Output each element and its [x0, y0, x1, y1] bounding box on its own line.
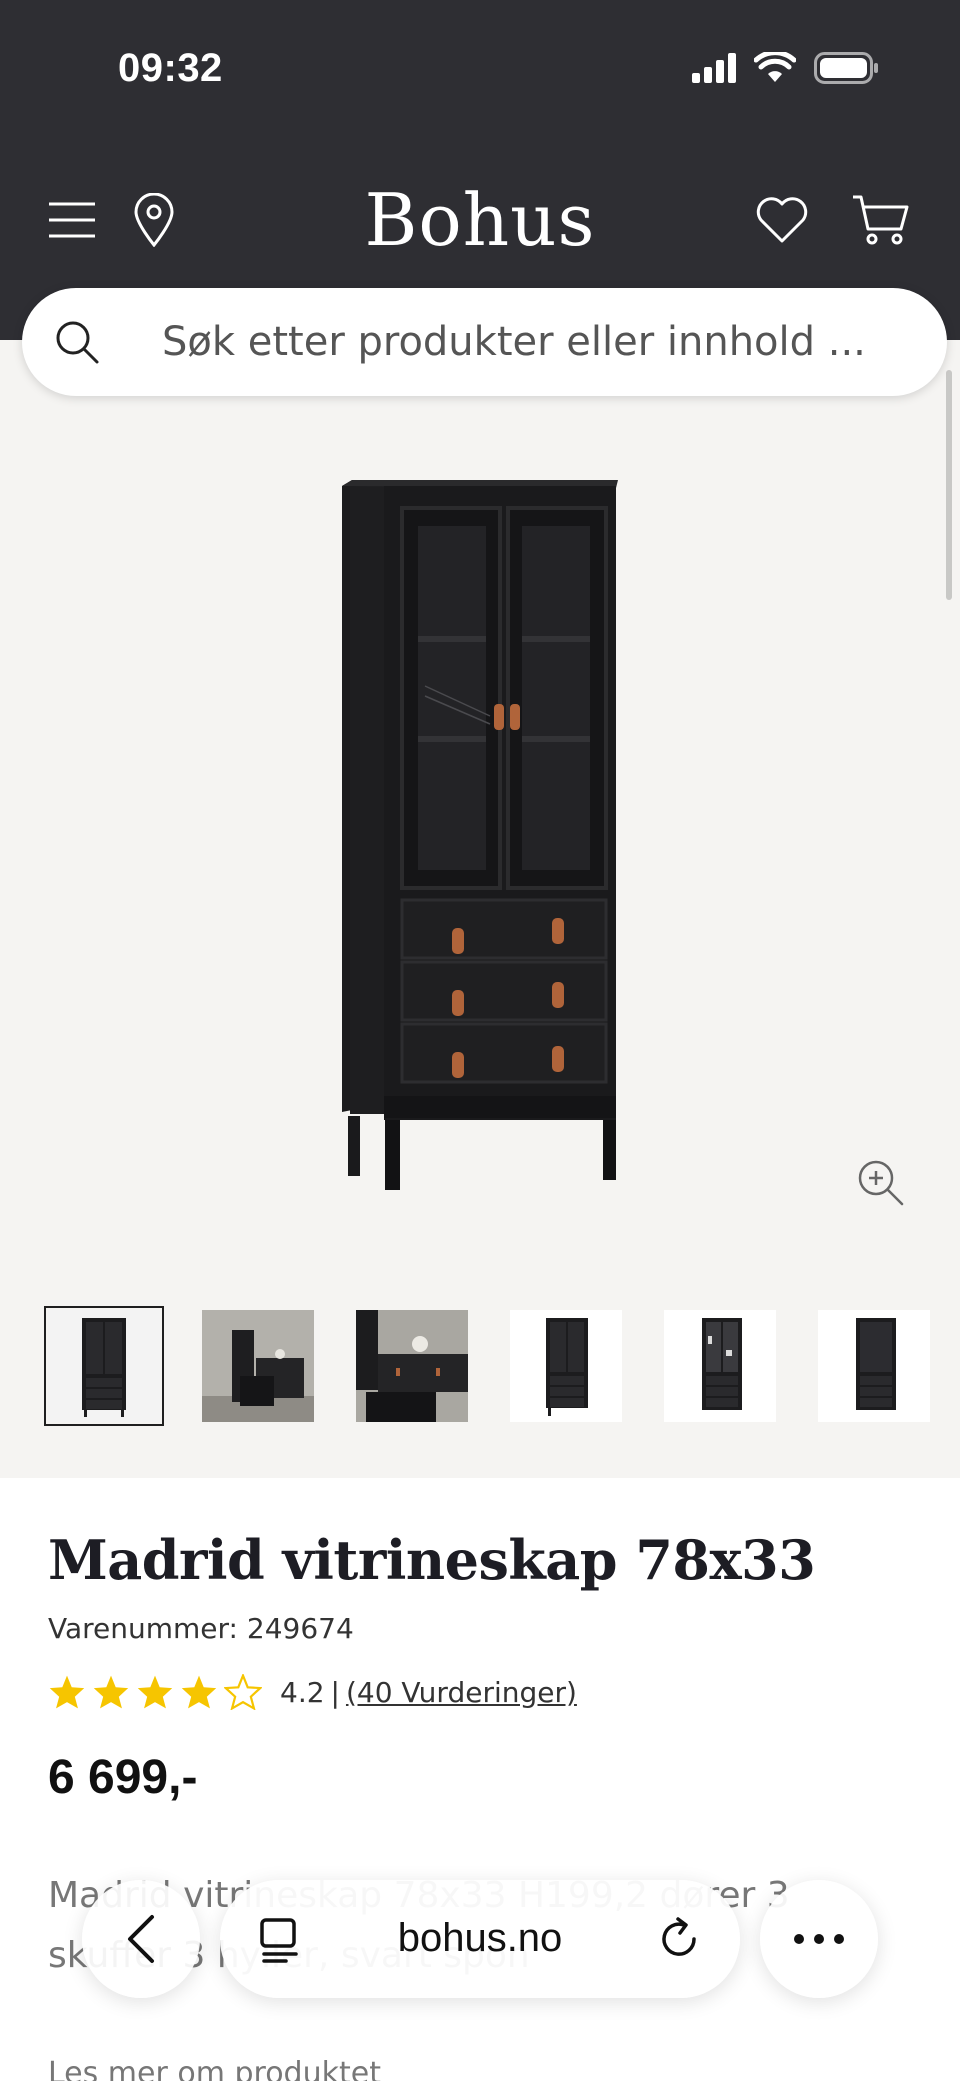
thumbnail-1[interactable] — [44, 1306, 164, 1426]
shopping-cart-icon — [853, 195, 909, 245]
rating-stars — [48, 1674, 262, 1710]
cellular-signal-icon — [692, 53, 736, 83]
thumbnail-room-icon — [356, 1310, 468, 1422]
thumbnail-3[interactable] — [356, 1310, 468, 1422]
thumbnail-2[interactable] — [202, 1310, 314, 1422]
read-more-link[interactable]: Les mer om produktet — [48, 2056, 381, 2081]
thumbnail-cabinet-icon — [82, 1318, 126, 1417]
product-sku: Varenummer: 249674 — [48, 1612, 354, 1645]
wifi-icon — [754, 52, 796, 82]
star-filled-icon — [137, 1675, 173, 1709]
rating-value: 4.2 — [280, 1675, 325, 1709]
back-button[interactable] — [82, 1880, 200, 1998]
site-header: Bohus — [0, 170, 960, 270]
star-outline-icon — [224, 1674, 262, 1710]
star-filled-icon — [93, 1675, 129, 1709]
wishlist-button[interactable] — [752, 190, 812, 250]
product-main-image[interactable] — [0, 396, 960, 1296]
product-rating: 4.2 | (40 Vurderinger) — [48, 1674, 577, 1710]
thumbnail-4[interactable] — [510, 1310, 622, 1422]
cart-button[interactable] — [850, 190, 910, 250]
star-filled-icon — [49, 1675, 85, 1709]
ellipsis-icon — [794, 1934, 844, 1944]
zoom-in-icon[interactable] — [856, 1158, 906, 1208]
search-bar[interactable]: Søk etter produkter eller innhold ... — [22, 288, 947, 396]
reload-icon[interactable] — [654, 1914, 704, 1964]
search-input[interactable]: Søk etter produkter eller innhold ... — [162, 319, 866, 365]
thumbnail-cabinet-icon — [856, 1318, 896, 1410]
search-icon — [52, 317, 102, 367]
bohus-logo[interactable]: Bohus — [0, 178, 960, 262]
thumbnail-6[interactable] — [818, 1310, 930, 1422]
heart-icon — [756, 197, 808, 243]
thumbnail-room-icon — [202, 1310, 314, 1422]
thumbnail-cabinet-icon — [546, 1318, 588, 1416]
thumbnail-strip[interactable] — [44, 1306, 930, 1430]
more-options-button[interactable] — [760, 1880, 878, 1998]
thumbnail-5[interactable] — [664, 1310, 776, 1422]
reviews-link[interactable]: (40 Vurderinger) — [346, 1676, 577, 1709]
address-bar[interactable]: bohus.no — [220, 1880, 740, 1998]
product-price: 6 699,- — [48, 1751, 198, 1804]
status-icons — [692, 52, 880, 84]
rating-separator: | — [330, 1675, 340, 1709]
chevron-left-icon — [128, 1915, 154, 1963]
star-filled-icon — [181, 1675, 217, 1709]
status-time: 09:32 — [118, 46, 223, 90]
thumbnail-cabinet-icon — [702, 1318, 742, 1410]
battery-icon — [814, 52, 878, 84]
product-title: Madrid vitrineskap 78x33 — [48, 1528, 816, 1592]
status-bar: 09:32 — [0, 0, 960, 140]
